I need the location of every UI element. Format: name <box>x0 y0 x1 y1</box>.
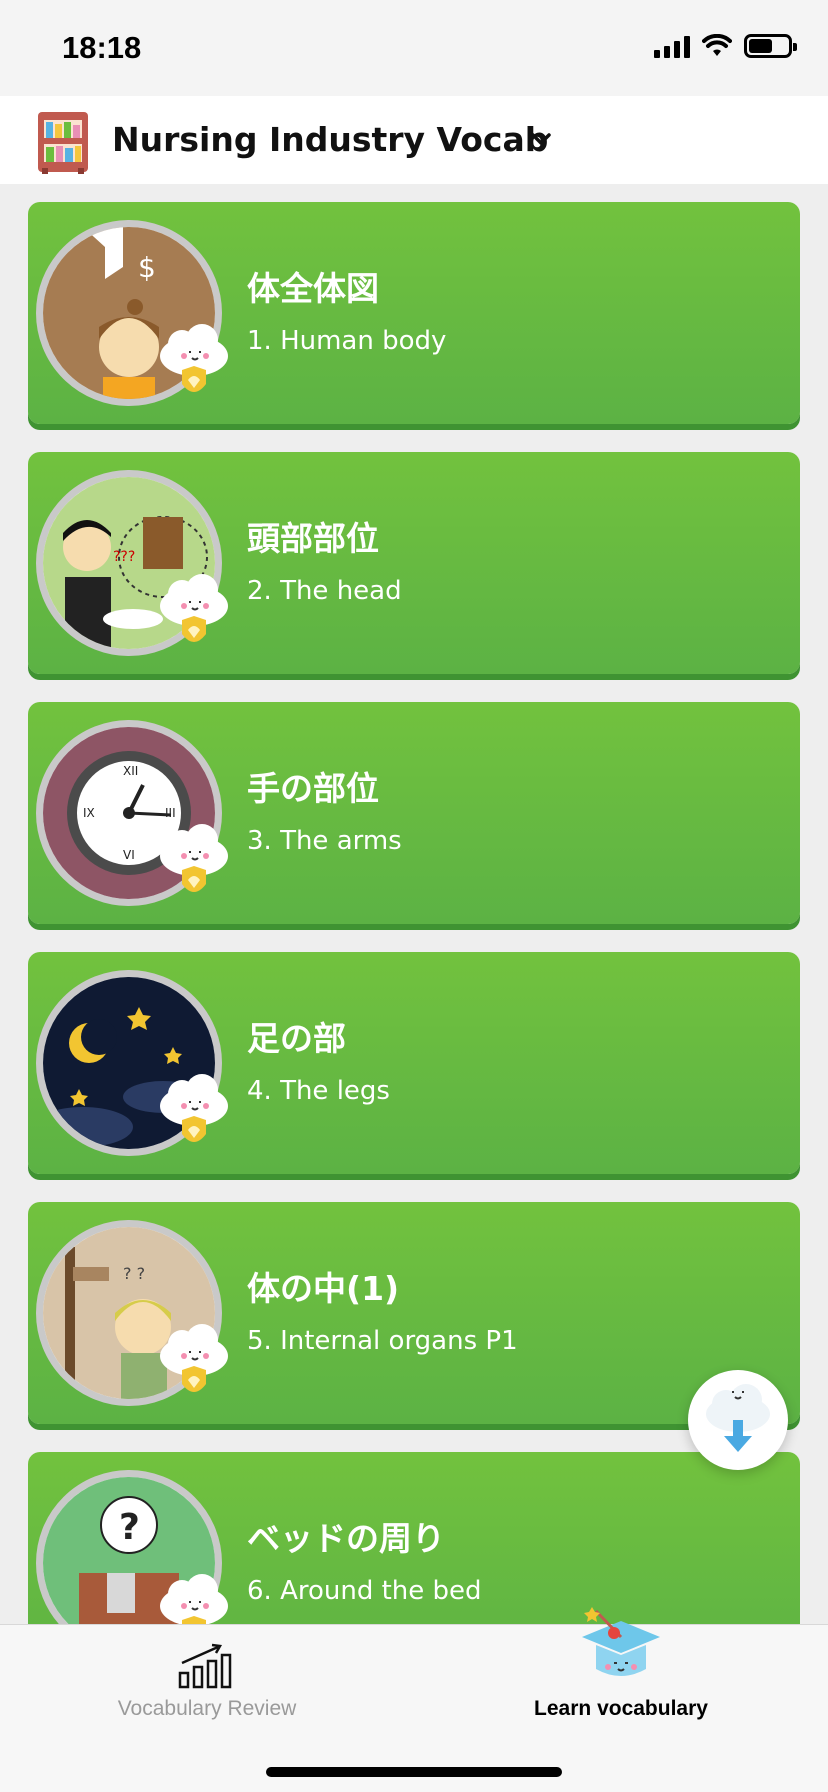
svg-text:VI: VI <box>123 848 135 862</box>
svg-text:XII: XII <box>123 764 138 778</box>
lesson-card[interactable]: ? ベッドの周り 6. Around the bed <box>28 1452 800 1624</box>
graduation-cap-icon <box>582 1607 660 1676</box>
tab-learn-vocabulary[interactable]: Learn vocabulary <box>414 1607 828 1745</box>
cloud-badge-icon <box>160 824 228 892</box>
cloud-badge-icon <box>160 574 228 642</box>
svg-text:?: ? <box>119 1507 140 1548</box>
lesson-subtitle: 6. Around the bed <box>247 1576 482 1606</box>
tab-label: Vocabulary Review <box>117 1697 297 1720</box>
cloud-badge-icon <box>160 324 228 392</box>
wifi-icon <box>702 34 732 56</box>
signal-icon <box>654 34 690 58</box>
lesson-subtitle: 1. Human body <box>247 326 447 356</box>
lesson-card[interactable]: 足の部 4. The legs <box>28 952 800 1174</box>
status-icons <box>654 34 797 58</box>
cloud-download-icon <box>706 1384 770 1452</box>
lesson-card[interactable]: $ 体全体図 1. Human body <box>28 202 800 424</box>
lesson-card[interactable]: ??? 頭部部位 2. The head <box>28 452 800 674</box>
svg-text:? ?: ? ? <box>123 1264 145 1283</box>
svg-text:III: III <box>165 806 176 820</box>
svg-text:???: ??? <box>113 549 135 565</box>
download-button[interactable] <box>688 1370 788 1470</box>
tab-vocabulary-review[interactable]: Vocabulary Review <box>0 1625 414 1745</box>
lesson-card[interactable]: ? ? 体の中(1) 5. Internal organs P1 <box>28 1202 800 1424</box>
tab-bar: Vocabulary Review Learn vocabulary <box>0 1607 828 1792</box>
lesson-subtitle: 4. The legs <box>247 1076 390 1106</box>
status-time: 18:18 <box>62 30 142 65</box>
status-bar: 18:18 <box>0 0 828 96</box>
home-indicator[interactable] <box>266 1767 562 1777</box>
app-header: Nursing Industry Vocab <box>0 96 828 184</box>
lesson-title: 体全体図 <box>247 269 379 308</box>
lesson-title: 手の部位 <box>247 769 379 808</box>
chevron-down-icon[interactable] <box>530 132 552 148</box>
svg-text:$: $ <box>138 251 156 284</box>
cloud-badge-icon <box>160 1074 228 1142</box>
bar-chart-icon <box>178 1643 232 1689</box>
lesson-subtitle: 2. The head <box>247 576 402 606</box>
bookshelf-icon <box>38 112 88 174</box>
lesson-title: 頭部部位 <box>247 519 379 558</box>
cloud-badge-icon <box>160 1324 228 1392</box>
svg-text:IX: IX <box>83 806 95 820</box>
lesson-title: ベッドの周り <box>247 1519 445 1558</box>
lesson-subtitle: 3. The arms <box>247 826 402 856</box>
battery-icon <box>744 34 797 58</box>
cloud-badge-icon <box>160 1574 228 1624</box>
tab-label: Learn vocabulary <box>534 1697 708 1720</box>
deck-title[interactable]: Nursing Industry Vocab <box>112 120 548 159</box>
lesson-card[interactable]: XII III VI IX 手の部位 3. The arms <box>28 702 800 924</box>
lesson-title: 体の中(1) <box>247 1269 400 1308</box>
lesson-title: 足の部 <box>247 1019 346 1058</box>
lesson-subtitle: 5. Internal organs P1 <box>247 1326 518 1356</box>
